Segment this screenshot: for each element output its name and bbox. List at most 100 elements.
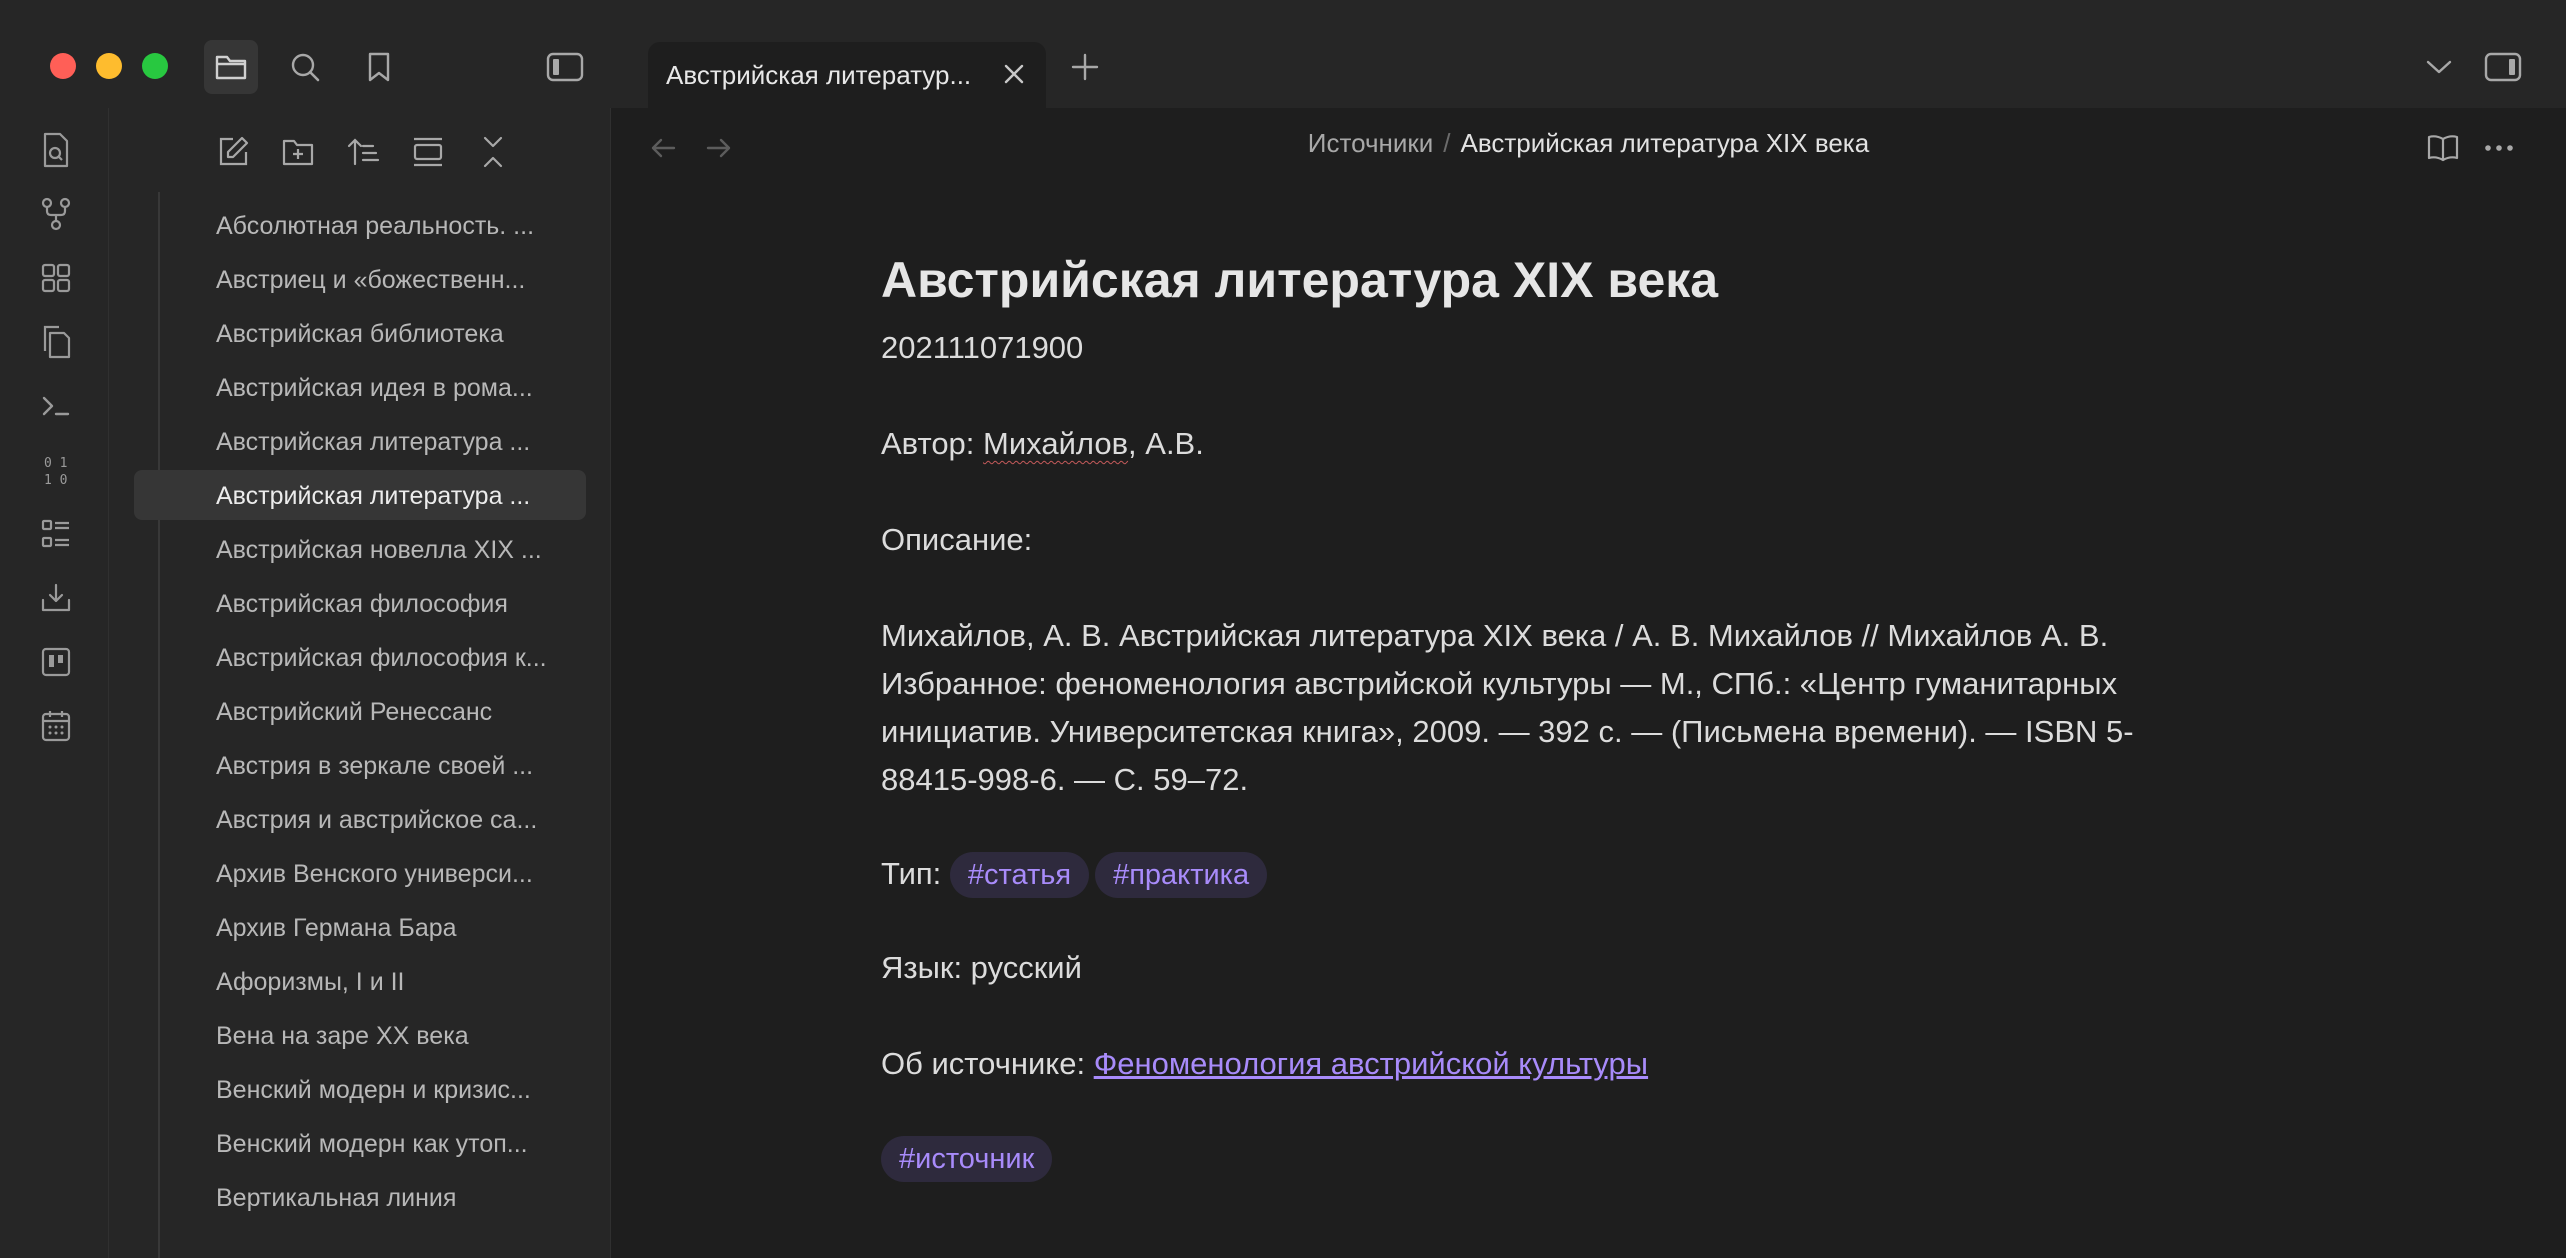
file-item[interactable]: Австрийская философия (134, 578, 586, 628)
binary-icon: 0 11 0 (44, 456, 67, 487)
author-line: Автор: Михайлов, А.В. (881, 420, 2211, 468)
edit-icon (219, 136, 249, 166)
layout-grid-icon (41, 263, 71, 293)
bookmarks-button[interactable] (352, 40, 406, 94)
note-title: Австрийская литература XIX века (881, 252, 1719, 308)
file-item-label: Вена на заре XX века (216, 1022, 469, 1050)
file-item[interactable]: Австрия и австрийское са... (134, 794, 586, 844)
file-item[interactable]: Австрийская библиотека (134, 308, 586, 358)
svg-text:1 0: 1 0 (44, 473, 67, 487)
ribbon-calendar-button[interactable] (36, 706, 76, 746)
auto-reveal-button[interactable] (406, 130, 450, 174)
active-tab[interactable]: Австрийская литератур... (648, 42, 1046, 108)
new-folder-button[interactable] (276, 130, 320, 174)
file-item-label: Австрийская философия к... (216, 644, 547, 672)
ribbon-quick-switcher-button[interactable] (36, 130, 76, 170)
breadcrumb-folder[interactable]: Источники (1308, 128, 1434, 158)
ribbon-kanban-button[interactable] (36, 642, 76, 682)
file-item-label: Австрийский Ренессанс (216, 698, 493, 726)
ribbon-binary-button[interactable]: 0 11 0 (36, 450, 76, 490)
description-label: Описание: (881, 522, 1033, 557)
editor-pane: Источники / Австрийская литература XIX век… (611, 108, 2566, 1258)
file-item[interactable]: Австрийская философия к... (134, 632, 586, 682)
reading-view-button[interactable] (2421, 126, 2465, 170)
file-explorer-panel: Абсолютная реальность. ... Австриец и «б… (109, 108, 611, 1258)
file-item[interactable]: Абсолютная реальность. ... (134, 200, 586, 250)
author-initials: , А.В. (1128, 426, 1204, 461)
file-item-label: Архив Венского универси... (216, 860, 533, 888)
ribbon-graph-view-button[interactable] (36, 194, 76, 234)
file-item[interactable]: Австрийский Ренессанс (134, 686, 586, 736)
file-item-label: Абсолютная реальность. ... (216, 212, 535, 240)
ribbon-templates-button[interactable] (36, 322, 76, 362)
file-item-label: Австрийская новелла XIX ... (216, 536, 542, 564)
tab-close-button[interactable] (998, 58, 1030, 90)
author-label: Автор: (881, 426, 975, 461)
list-icon (41, 519, 69, 548)
new-tab-button[interactable] (1058, 40, 1112, 94)
about-label: Об источнике: (881, 1046, 1086, 1081)
file-item-active[interactable]: Австрийская литература ... (134, 470, 586, 520)
ribbon-command-palette-button[interactable] (36, 386, 76, 426)
calendar-icon (41, 711, 71, 742)
file-item-label: Австрия и австрийское са... (216, 806, 538, 834)
file-search-icon (43, 132, 69, 168)
search-icon (291, 53, 320, 82)
collapse-all-button[interactable] (471, 130, 515, 174)
ribbon-import-button[interactable] (36, 578, 76, 618)
minimize-window-button[interactable] (96, 53, 122, 79)
bookmark-icon (368, 52, 390, 82)
file-item[interactable]: Австрийская литература ... (134, 416, 586, 466)
file-item[interactable]: Австрийская идея в рома... (134, 362, 586, 412)
file-item[interactable]: Афоризмы, I и II (134, 956, 586, 1006)
file-item[interactable]: Венский модерн как утоп... (134, 1118, 586, 1168)
kanban-icon (41, 647, 71, 677)
about-line: Об источнике: Феноменология австрийской … (881, 1040, 2211, 1088)
breadcrumb-current[interactable]: Австрийская литература XIX века (1461, 128, 1870, 158)
tab-list-button[interactable] (2412, 40, 2466, 94)
title-bar: Австрийская литератур... (0, 0, 2566, 109)
tag-source[interactable]: #источник (881, 1136, 1053, 1182)
file-item-label: Венский модерн и кризис... (216, 1076, 531, 1104)
new-note-button[interactable] (211, 130, 255, 174)
file-item[interactable]: Австриец и «божественн... (134, 254, 586, 304)
file-item-label: Австрийская философия (216, 590, 508, 618)
file-item[interactable]: Архив Венского универси... (134, 848, 586, 898)
type-label: Тип: (881, 856, 942, 891)
close-window-button[interactable] (50, 53, 76, 79)
zoom-window-button[interactable] (142, 53, 168, 79)
sort-button[interactable] (341, 130, 385, 174)
note-content[interactable]: Австрийская литература XIX века 20211107… (881, 248, 2211, 1182)
toggle-right-sidebar-button[interactable] (2476, 40, 2530, 94)
ribbon-canvas-button[interactable] (36, 258, 76, 298)
git-fork-icon (41, 197, 71, 231)
file-explorer-button[interactable] (204, 40, 258, 94)
folder-plus-icon (282, 139, 314, 166)
file-item[interactable]: Вертикальная линия (134, 1172, 586, 1222)
search-button[interactable] (278, 40, 332, 94)
file-item-label: Австрийская идея в рома... (216, 374, 533, 402)
file-item-label: Вертикальная линия (216, 1184, 457, 1212)
more-horizontal-icon (2485, 145, 2513, 151)
about-source-link[interactable]: Феноменология австрийской культуры (1094, 1046, 1648, 1081)
tab-title: Австрийская литератур... (666, 60, 972, 90)
file-item[interactable]: Австрия в зеркале своей ... (134, 740, 586, 790)
type-line: Тип: #статья #практика (881, 850, 2211, 898)
book-open-icon (2427, 135, 2459, 162)
file-item-label: Архив Германа Бара (216, 914, 457, 942)
sidebar-left-icon (546, 52, 584, 82)
file-item[interactable]: Австрийская новелла XIX ... (134, 524, 586, 574)
tag-practice[interactable]: #практика (1095, 852, 1268, 898)
file-item[interactable]: Вена на заре XX века (134, 1010, 586, 1060)
citation-text: Михайлов, А. В. Австрийская литература X… (881, 618, 2134, 797)
more-options-button[interactable] (2477, 126, 2521, 170)
file-item-label: Австрия в зеркале своей ... (216, 752, 534, 780)
sort-icon (347, 138, 380, 166)
author-name: Михайлов (983, 426, 1129, 461)
file-item[interactable]: Архив Германа Бара (134, 902, 586, 952)
tag-article[interactable]: #статья (949, 852, 1090, 898)
file-item[interactable]: Венский модерн и кризис... (134, 1064, 586, 1114)
toggle-left-sidebar-button[interactable] (538, 40, 592, 94)
copy-icon (43, 325, 71, 359)
ribbon-outline-button[interactable] (36, 514, 76, 554)
